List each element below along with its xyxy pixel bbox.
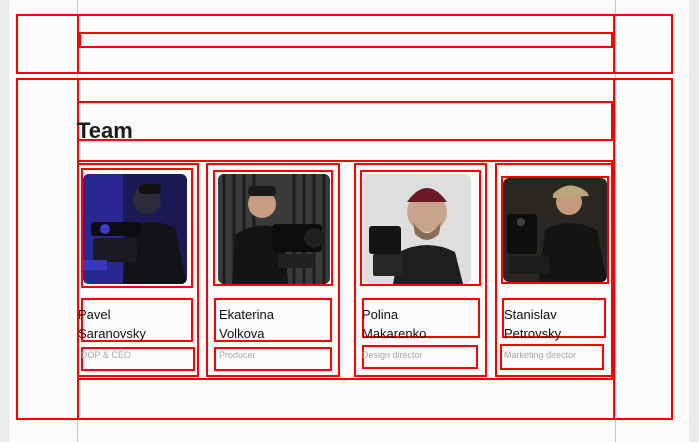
member-name: Stanislav Petrovsky bbox=[504, 305, 561, 343]
member-last-name: Saranovsky bbox=[78, 326, 146, 341]
section-title: Team bbox=[77, 118, 133, 143]
member-first-name: Polina bbox=[362, 307, 399, 322]
member-photo bbox=[83, 174, 187, 284]
member-name: Pavel Saranovsky bbox=[78, 305, 146, 343]
member-role: Marketing director bbox=[504, 350, 577, 360]
member-first-name: Stanislav bbox=[504, 307, 557, 322]
member-role: DOP & CEO bbox=[81, 350, 131, 360]
member-photo bbox=[503, 178, 607, 282]
member-role: Design director bbox=[362, 350, 423, 360]
member-name: Ekaterina Volkova bbox=[219, 305, 274, 343]
member-photo bbox=[218, 174, 330, 284]
title-wrapper bbox=[77, 101, 613, 141]
page: Team Pavel Saranovsky DOP & CEO Ekaterin… bbox=[9, 0, 689, 442]
member-first-name: Ekaterina bbox=[219, 307, 274, 322]
member-last-name: Petrovsky bbox=[504, 326, 562, 341]
member-last-name: Volkova bbox=[219, 326, 265, 341]
member-last-name: Makarenko bbox=[362, 326, 427, 341]
member-role: Producer bbox=[219, 350, 256, 360]
member-first-name: Pavel bbox=[78, 307, 111, 322]
member-name: Polina Makarenko bbox=[362, 305, 426, 343]
header-bar bbox=[79, 32, 613, 48]
member-photo bbox=[363, 174, 471, 284]
